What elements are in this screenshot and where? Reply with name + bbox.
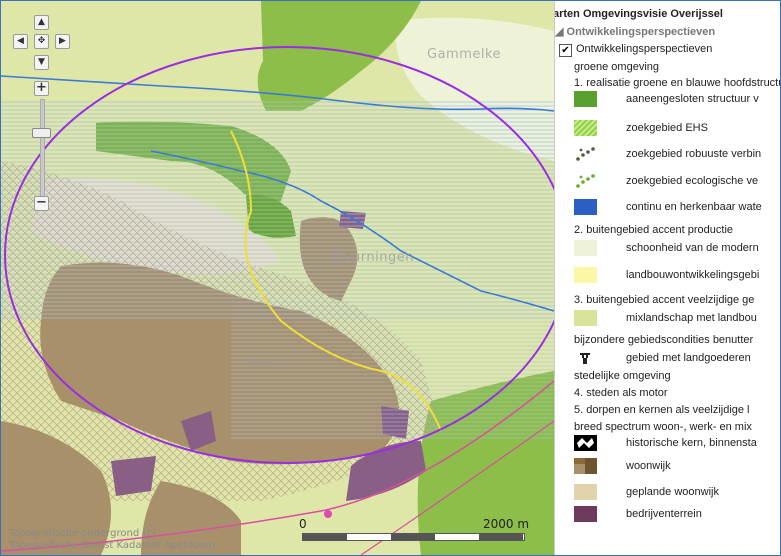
legend-item-label: mixlandschap met landbou xyxy=(626,312,757,324)
app-frame: Gammelke Deurningen Hassink ▲ ◀ ✥ ▶ ▼ + … xyxy=(0,0,781,556)
scale-end-label: 2000 m xyxy=(483,517,530,531)
layer-checkbox[interactable]: ✔ xyxy=(559,44,572,57)
pan-right-icon[interactable]: ▶ xyxy=(55,34,70,49)
map-view[interactable]: Gammelke Deurningen Hassink ▲ ◀ ✥ ▶ ▼ + … xyxy=(1,1,554,555)
legend-item-label: historische kern, binnensta xyxy=(626,437,757,449)
industrial-2 xyxy=(111,456,156,496)
legend-heading: 1. realisatie groene en blauwe hoofdstru… xyxy=(574,77,781,89)
ecological-zone-stripes-2 xyxy=(231,301,554,441)
map-canvas[interactable] xyxy=(1,1,554,555)
pan-up-icon[interactable]: ▲ xyxy=(34,15,49,30)
zoom-slider-track[interactable] xyxy=(40,99,45,201)
legend-item-label: zoekgebied robuuste verbin xyxy=(626,148,762,160)
legend-swatch-icon xyxy=(574,199,597,215)
legend-swatch-icon xyxy=(574,120,597,136)
zoom-slider-handle[interactable] xyxy=(32,128,51,138)
legend-item-label: woonwijk xyxy=(626,460,671,472)
legend-item-label: gebied met landgoederen xyxy=(626,352,751,364)
legend-swatch-icon xyxy=(574,173,597,189)
legend-title: arten Omgevingsvisie Overijssel xyxy=(554,8,723,20)
legend-swatch-icon xyxy=(574,435,597,451)
legend-group-label: Ontwikkelingsperspectieven xyxy=(566,26,716,38)
zoom-in-button[interactable]: + xyxy=(34,81,49,96)
station-marker xyxy=(324,510,332,518)
legend-item-label: bedrijventerrein xyxy=(626,508,702,520)
collapse-arrow-icon[interactable]: ◢ xyxy=(555,26,563,38)
legend-heading: groene omgeving xyxy=(574,61,660,73)
pan-left-icon[interactable]: ◀ xyxy=(13,34,28,49)
legend-item-label: zoekgebied ecologische ve xyxy=(626,175,759,187)
legend-swatch-icon xyxy=(574,506,597,522)
legend-swatch-icon xyxy=(574,458,597,474)
pan-center-icon[interactable]: ✥ xyxy=(34,34,49,49)
legend-swatch-icon xyxy=(574,310,597,326)
legend-heading: breed spectrum woon-, werk- en mix xyxy=(574,421,752,433)
place-label-gammelke: Gammelke xyxy=(427,47,502,62)
ecological-zone-stripes xyxy=(1,101,554,321)
attribution-line-2: Topografische Dienst Kadaster Apeldoorn xyxy=(9,540,216,551)
legend-swatch-icon xyxy=(574,484,597,500)
scale-start-label: 0 xyxy=(299,517,307,531)
pan-down-icon[interactable]: ▼ xyxy=(34,55,49,70)
place-label-deurningen: Deurningen xyxy=(333,250,414,265)
zoom-out-button[interactable]: − xyxy=(34,196,49,211)
legend-item-label: schoonheid van de modern xyxy=(626,242,759,254)
legend-heading: 4. steden als motor xyxy=(574,387,668,399)
legend-panel: arten Omgevingsvisie Overijssel ◢ Ontwik… xyxy=(554,1,781,555)
legend-item-label: continu en herkenbaar wate xyxy=(626,201,762,213)
legend-heading: 3. buitengebied accent veelzijdige ge xyxy=(574,294,755,306)
legend-heading: stedelijke omgeving xyxy=(574,370,671,382)
scale-bar xyxy=(302,533,525,541)
legend-swatch-icon xyxy=(574,267,597,283)
legend-group-title[interactable]: ◢ Ontwikkelingsperspectieven xyxy=(555,25,715,38)
legend-heading: bijzondere gebiedscondities benutter xyxy=(574,334,754,346)
place-label-hassink: Hassink xyxy=(243,357,286,368)
legend-heading: 5. dorpen en kernen als veelzijdige l xyxy=(574,404,750,416)
legend-swatch-icon xyxy=(574,146,597,162)
legend-item-label: zoekgebied EHS xyxy=(626,122,708,134)
legend-swatch-icon xyxy=(574,91,597,107)
legend-item-label: aaneengesloten structuur v xyxy=(626,93,759,105)
legend-swatch-icon xyxy=(574,350,597,366)
legend-heading: 2. buitengebied accent productie xyxy=(574,224,734,236)
legend-swatch-icon xyxy=(574,240,597,256)
legend-item-label: geplande woonwijk xyxy=(626,486,719,498)
legend-item-label: landbouwontwikkelingsgebi xyxy=(626,269,760,281)
attribution-line-1: Topografische ondergrond (c) xyxy=(9,528,156,539)
layer-label: Ontwikkelingsperspectieven xyxy=(576,43,713,55)
